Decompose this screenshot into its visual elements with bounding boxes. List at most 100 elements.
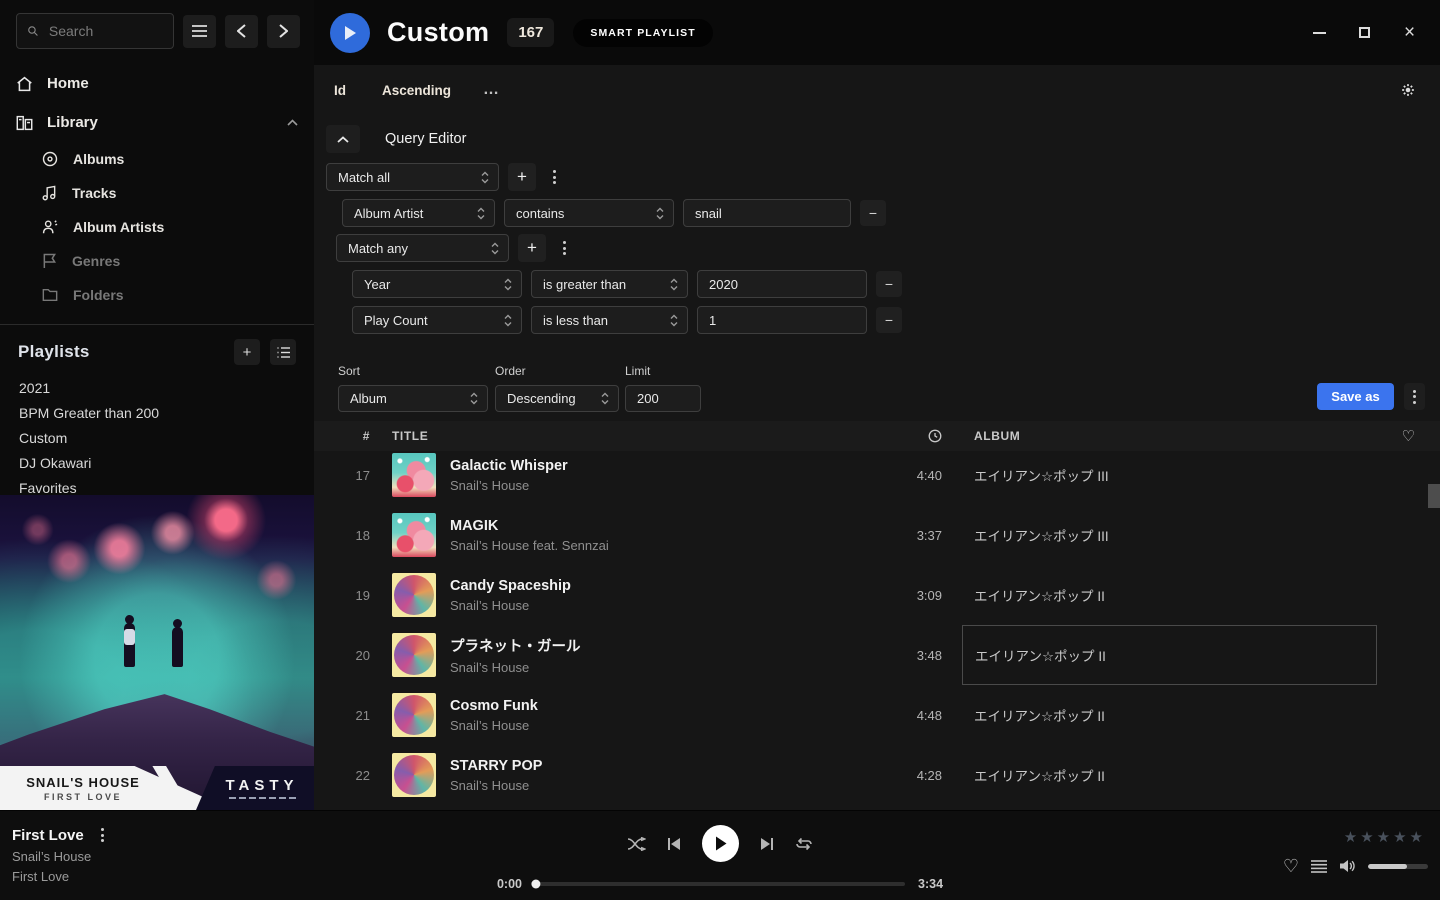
- menu-button[interactable]: [183, 15, 216, 48]
- star-icon[interactable]: ★: [1344, 829, 1360, 846]
- sort-direction-button[interactable]: Ascending: [382, 83, 451, 98]
- sort-label: Sort: [338, 364, 488, 378]
- rating-stars[interactable]: ★★★★★: [1344, 828, 1426, 846]
- header-title-label: TITLE: [392, 429, 428, 443]
- header-number[interactable]: #: [314, 429, 370, 443]
- track-row[interactable]: 21 Cosmo Funk Snail’s House 4:48 エイリアン☆ポ…: [314, 685, 1440, 745]
- playlist-item[interactable]: BPM Greater than 200: [0, 400, 314, 425]
- back-button[interactable]: [225, 15, 258, 48]
- sidebar-item-folders[interactable]: Folders: [0, 278, 314, 312]
- favorite-heart-icon[interactable]: ♡: [1283, 857, 1299, 875]
- track-album[interactable]: エイリアン☆ポップ II: [962, 765, 1377, 785]
- remove-rule-button[interactable]: −: [876, 271, 902, 297]
- track-row[interactable]: 22 STARRY POP Snail’s House 4:28 エイリアン☆ポ…: [314, 745, 1440, 805]
- rule-field-select[interactable]: Year: [352, 270, 522, 298]
- add-playlist-button[interactable]: +: [234, 339, 260, 365]
- rule-operator-select[interactable]: is greater than: [531, 270, 688, 298]
- search-input[interactable]: [47, 22, 164, 40]
- artwork-figure-right: [172, 627, 183, 667]
- header-duration[interactable]: [882, 429, 942, 443]
- rule-operator-select[interactable]: contains: [504, 199, 674, 227]
- close-button[interactable]: ×: [1387, 13, 1432, 53]
- sidebar-item-tracks[interactable]: Tracks: [0, 176, 314, 210]
- match-type-select[interactable]: Match any: [336, 234, 509, 262]
- playlist-item[interactable]: DJ Okawari: [0, 450, 314, 475]
- track-album[interactable]: エイリアン☆ポップ III: [962, 465, 1377, 485]
- playback-controls: [627, 825, 813, 862]
- rule-field-select[interactable]: Album Artist: [342, 199, 495, 227]
- sidebar-item-album-artists[interactable]: Album Artists: [0, 210, 314, 244]
- rule-field-select[interactable]: Play Count: [352, 306, 522, 334]
- track-row[interactable]: 20 プラネット・ガール Snail’s House 3:48 エイリアン☆ポッ…: [314, 625, 1440, 685]
- remove-rule-button[interactable]: −: [860, 200, 886, 226]
- group-menu-button[interactable]: [545, 166, 564, 188]
- maximize-button[interactable]: [1342, 13, 1387, 53]
- add-rule-button[interactable]: +: [518, 234, 546, 262]
- previous-track-button[interactable]: [667, 837, 681, 851]
- add-rule-button[interactable]: +: [508, 163, 536, 191]
- more-options-icon[interactable]: …: [483, 81, 500, 99]
- track-number: 19: [314, 588, 370, 603]
- star-icon[interactable]: ★: [1393, 829, 1409, 846]
- genres-label: Genres: [72, 253, 120, 269]
- save-menu-button[interactable]: [1404, 383, 1425, 410]
- remove-rule-button[interactable]: −: [876, 307, 902, 333]
- progress-thumb[interactable]: [531, 880, 540, 889]
- track-album[interactable]: エイリアン☆ポップ III: [962, 525, 1377, 545]
- track-number: 17: [314, 468, 370, 483]
- volume-slider[interactable]: [1368, 864, 1428, 869]
- track-row[interactable]: 18 MAGIK Snail’s House feat. Sennzai 3:3…: [314, 505, 1440, 565]
- star-icon[interactable]: ★: [1360, 829, 1376, 846]
- group-menu-button[interactable]: [555, 237, 574, 259]
- match-type-select[interactable]: Match all: [326, 163, 499, 191]
- artwork-figure-left: [124, 623, 135, 667]
- rule-value-input[interactable]: 2020: [697, 270, 867, 298]
- shuffle-button[interactable]: [627, 837, 646, 851]
- star-icon[interactable]: ★: [1377, 829, 1393, 846]
- rule-value-input[interactable]: 1: [697, 306, 867, 334]
- playlist-list-button[interactable]: [270, 339, 296, 365]
- progress-bar[interactable]: [535, 882, 905, 886]
- rule-value-input[interactable]: snail: [683, 199, 851, 227]
- rule-operator-select[interactable]: is less than: [531, 306, 688, 334]
- track-album-focused-cell[interactable]: エイリアン☆ポップ II: [962, 625, 1377, 685]
- limit-input[interactable]: 200: [625, 385, 701, 412]
- sidebar-nav: Home Library Albums Tracks: [0, 64, 314, 325]
- repeat-button[interactable]: [795, 837, 813, 851]
- queue-button[interactable]: [1311, 860, 1327, 873]
- scrollbar-thumb[interactable]: [1428, 484, 1440, 508]
- playlist-item[interactable]: Custom: [0, 425, 314, 450]
- play-playlist-button[interactable]: [330, 13, 370, 53]
- header-album[interactable]: ALBUM: [962, 429, 1377, 443]
- track-count-badge: 167: [507, 18, 554, 47]
- sort-order-limit-row: Sort Album Order Descending: [338, 364, 1440, 405]
- select-spinner-icon: [481, 171, 489, 184]
- select-spinner-icon: [670, 278, 678, 291]
- playlist-item[interactable]: 2021: [0, 375, 314, 400]
- track-album[interactable]: エイリアン☆ポップ II: [962, 585, 1377, 605]
- save-as-button[interactable]: Save as: [1317, 383, 1394, 410]
- next-track-button[interactable]: [760, 837, 774, 851]
- sidebar-item-albums[interactable]: Albums: [0, 142, 314, 176]
- header-favorite[interactable]: ♡: [1377, 427, 1440, 445]
- sort-field-button[interactable]: Id: [334, 83, 346, 98]
- forward-button[interactable]: [267, 15, 300, 48]
- track-album[interactable]: エイリアン☆ポップ II: [962, 705, 1377, 725]
- track-duration: 4:40: [882, 468, 942, 483]
- album-artists-label: Album Artists: [73, 219, 164, 235]
- star-icon[interactable]: ★: [1410, 829, 1426, 846]
- order-select[interactable]: Descending: [495, 385, 619, 412]
- settings-gear-icon[interactable]: [1400, 82, 1416, 98]
- sidebar-item-genres[interactable]: Genres: [0, 244, 314, 278]
- track-row[interactable]: 19 Candy Spaceship Snail’s House 3:09 エイ…: [314, 565, 1440, 625]
- sidebar-item-home[interactable]: Home: [0, 64, 314, 103]
- collapse-query-editor-button[interactable]: [326, 125, 360, 153]
- track-row[interactable]: 17 Galactic Whisper Snail’s House 4:40 エ…: [314, 451, 1440, 505]
- volume-button[interactable]: [1339, 859, 1356, 873]
- sort-select[interactable]: Album: [338, 385, 488, 412]
- sidebar-item-library[interactable]: Library: [0, 103, 314, 142]
- play-pause-button[interactable]: [702, 825, 739, 862]
- now-playing-menu-button[interactable]: [97, 826, 108, 844]
- minimize-button[interactable]: [1297, 13, 1342, 53]
- header-title[interactable]: TITLE: [392, 429, 882, 443]
